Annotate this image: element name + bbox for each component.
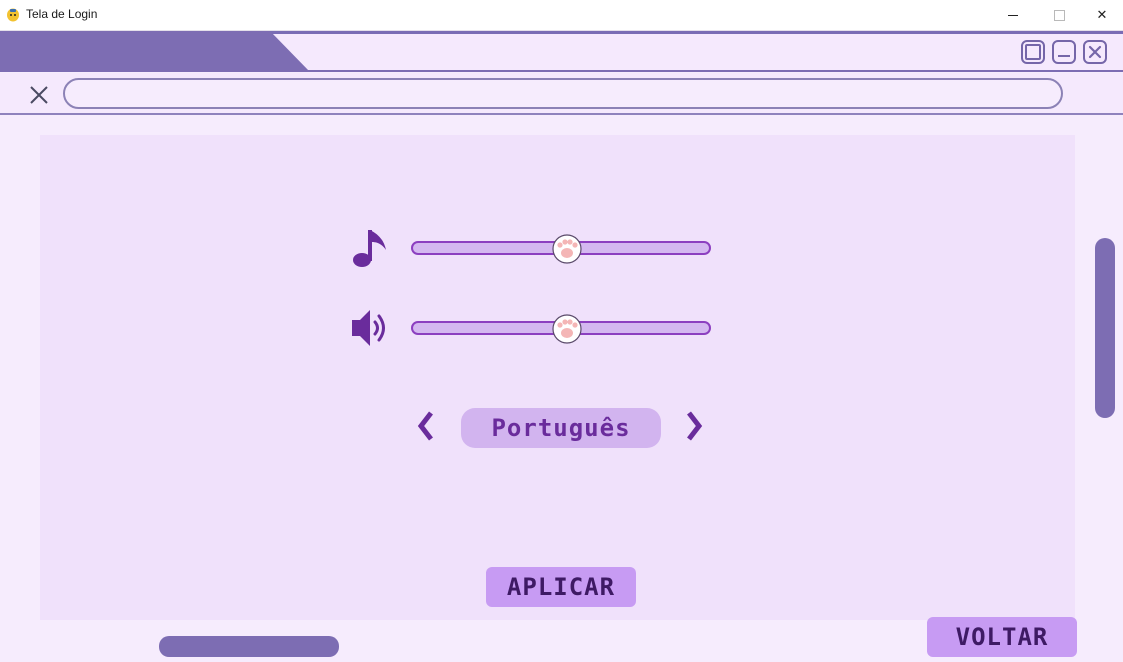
paw-slider-thumb[interactable] <box>551 313 583 345</box>
close-button[interactable]: ✕ <box>1079 0 1123 30</box>
language-label: Português <box>491 414 631 442</box>
paw-slider-thumb[interactable] <box>551 233 583 265</box>
minimize-button[interactable] <box>990 0 1036 30</box>
vertical-scrollbar[interactable] <box>1095 238 1115 418</box>
close-icon <box>1088 45 1102 59</box>
app-close-button[interactable] <box>1083 40 1107 64</box>
language-selector[interactable]: Português <box>461 408 661 448</box>
close-icon: ✕ <box>1096 7 1108 23</box>
settings-panel <box>40 135 1075 620</box>
music-note-icon <box>353 230 386 267</box>
app-minimize-button[interactable] <box>1052 40 1076 64</box>
square-icon <box>1025 44 1041 60</box>
close-icon[interactable] <box>28 84 50 106</box>
maximize-button[interactable] <box>1036 0 1082 30</box>
minimize-icon <box>1008 14 1018 16</box>
minus-icon <box>1058 55 1070 57</box>
apply-button[interactable]: APLICAR <box>486 567 636 607</box>
back-button[interactable]: VOLTAR <box>927 617 1077 657</box>
chevron-left-icon[interactable] <box>413 410 437 442</box>
app-window-tab <box>0 31 310 72</box>
speaker-icon <box>352 310 385 346</box>
maximize-icon <box>1053 9 1065 21</box>
app-maximize-button[interactable] <box>1021 40 1045 64</box>
chevron-right-icon[interactable] <box>683 410 707 442</box>
os-title-bar: Tela de Login ✕ <box>0 0 1123 31</box>
address-input[interactable] <box>63 78 1063 109</box>
horizontal-scrollbar[interactable] <box>159 636 339 657</box>
window-title: Tela de Login <box>26 7 98 21</box>
pygame-snake-icon <box>7 8 19 22</box>
